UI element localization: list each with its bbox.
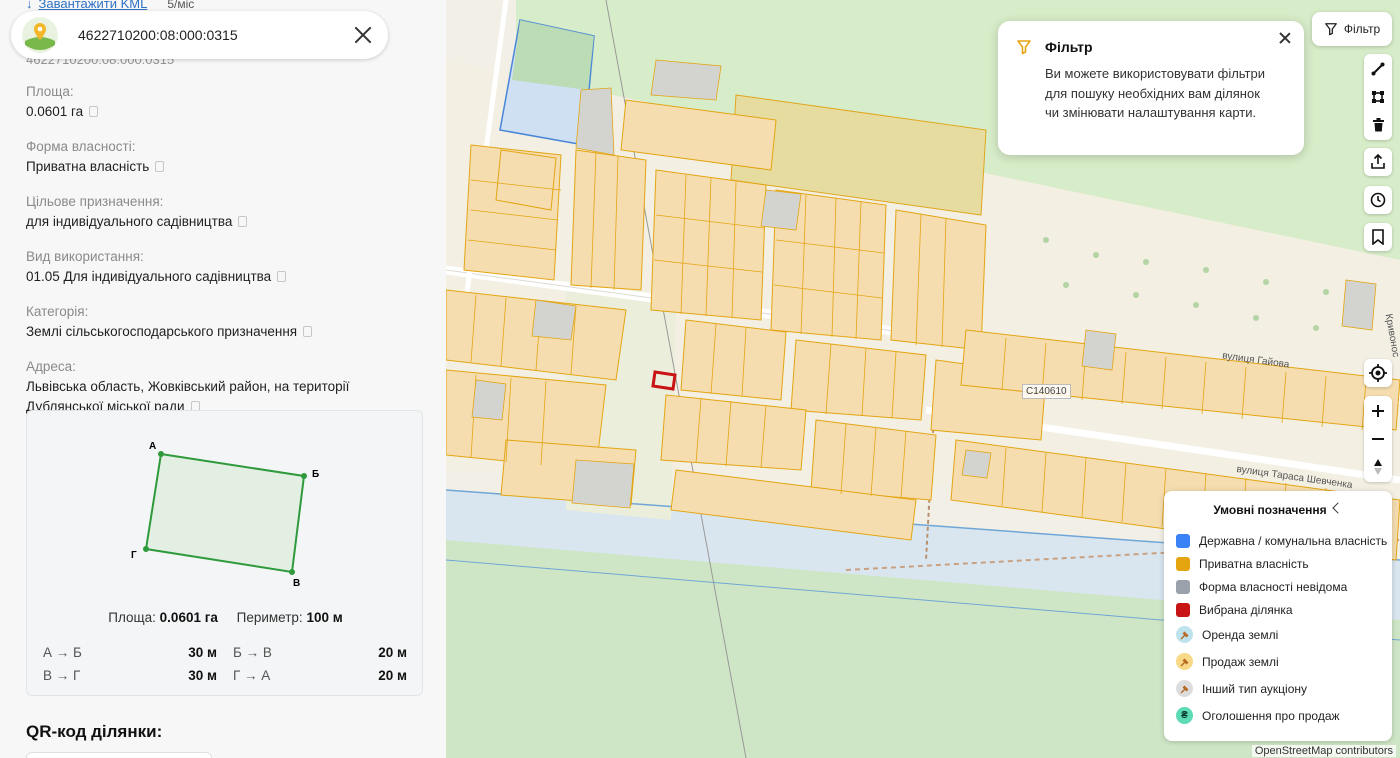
draw-polygon-button[interactable]: [1364, 83, 1392, 111]
app-logo-icon: [22, 17, 58, 53]
search-input[interactable]: 4622710200:08:000:0315: [78, 27, 352, 43]
field-category: Категорія: Землі сільськогосподарського …: [26, 302, 426, 342]
cadastral-map[interactable]: вулиця Гайова вулиця Тараса Шевченка Кри…: [446, 0, 1400, 758]
tooltip-body: Ви можете використовувати фільтри для по…: [1045, 66, 1265, 120]
parcel-fields: Площа: 0.0601 га Форма власності: Приват…: [26, 82, 426, 432]
tooltip-title: Фільтр: [1045, 39, 1093, 55]
kml-rate: 5/міс: [167, 0, 195, 11]
filter-icon: [1017, 40, 1031, 55]
locate-button[interactable]: [1364, 359, 1392, 387]
legend-item: Оренда землі: [1176, 626, 1278, 643]
map-legend: Умовні позначення Державна / комунальна …: [1164, 491, 1392, 741]
legend-title: Умовні позначення: [1213, 503, 1327, 517]
legend-item: Продаж землі: [1176, 653, 1279, 670]
side-lengths: А → Б 30 м Б → В 20 м В → Г 30 м Г → А 20 м: [43, 641, 408, 687]
legend-item: ₴ Оголошення про продаж: [1176, 707, 1340, 724]
legend-item: Вибрана ділянка: [1176, 603, 1293, 617]
legend-item: Форма власності невідома: [1176, 580, 1347, 594]
road-code-label: С140610: [1022, 384, 1071, 399]
copy-icon[interactable]: [277, 271, 287, 282]
clock-icon: [1370, 192, 1386, 208]
download-icon: ↓: [26, 0, 33, 11]
locate-icon: [1369, 364, 1387, 382]
side-row: В → Г 30 м Г → А 20 м: [43, 668, 407, 683]
copy-icon[interactable]: [89, 106, 99, 117]
minus-icon: [1372, 438, 1384, 440]
gavel-icon: [1176, 680, 1193, 697]
compass-button[interactable]: [1364, 453, 1392, 481]
filter-tooltip: Фільтр Ви можете використовувати фільтри…: [998, 21, 1304, 155]
share-icon: [1371, 154, 1385, 169]
drawing-tools: [1364, 54, 1392, 140]
compass-icon: [1374, 459, 1382, 475]
field-address: Адреса: Львівська область, Жовківський р…: [26, 359, 350, 414]
zoom-controls: [1364, 396, 1392, 482]
unknown-property-swatch: [1176, 580, 1190, 594]
vertex-v-label: В: [293, 578, 300, 589]
vertex-a-label: А: [149, 441, 156, 452]
filter-icon: [1324, 23, 1337, 36]
share-button[interactable]: [1364, 148, 1392, 176]
plus-icon: [1372, 405, 1384, 417]
close-icon[interactable]: [1278, 31, 1292, 45]
delete-drawing-button[interactable]: [1364, 111, 1392, 139]
history-button[interactable]: [1364, 186, 1392, 214]
draw-line-button[interactable]: [1364, 55, 1392, 83]
cadastral-search-bar[interactable]: 4622710200:08:000:0315: [11, 11, 388, 59]
map-attribution[interactable]: OpenStreetMap contributors: [1251, 745, 1396, 757]
bookmark-icon: [1372, 229, 1384, 245]
hryvnia-icon: ₴: [1176, 707, 1193, 724]
copy-icon[interactable]: [303, 326, 313, 337]
kml-download-link[interactable]: ↓ Завантажити KML 5/міс: [26, 0, 194, 11]
bookmark-button[interactable]: [1364, 223, 1392, 251]
legend-item: Державна / комунальна власність: [1176, 534, 1387, 548]
zoom-out-button[interactable]: [1364, 425, 1392, 453]
side-row: А → Б 30 м Б → В 20 м: [43, 645, 407, 660]
parcel-shape-diagram: А Б В Г: [131, 441, 319, 589]
legend-item: Інший тип аукціону: [1176, 680, 1307, 697]
private-property-swatch: [1176, 557, 1190, 571]
vertex-g-label: Г: [131, 550, 137, 561]
shape-summary: Площа: 0.0601 га Периметр: 100 м: [108, 610, 343, 625]
legend-item: Приватна власність: [1176, 557, 1309, 571]
selected-parcel-swatch: [1176, 603, 1190, 617]
zoom-in-button[interactable]: [1364, 397, 1392, 425]
gavel-icon: [1176, 626, 1193, 643]
field-usage: Вид використання: 01.05 Для індивідуальн…: [26, 247, 426, 287]
copy-icon[interactable]: [155, 161, 165, 172]
qr-title: QR-код ділянки:: [26, 722, 163, 741]
parcel-info-panel: ↓ Завантажити KML 5/міс 4622710200:08:00…: [0, 0, 446, 758]
filter-button[interactable]: Фільтр: [1312, 12, 1392, 46]
field-area: Площа: 0.0601 га: [26, 82, 426, 122]
parcel-shape-card: А Б В Г Площа: 0.0601 га Периметр: 100 м…: [26, 410, 423, 696]
field-ownership: Форма власності: Приватна власність: [26, 137, 426, 177]
vertex-b-label: Б: [312, 469, 319, 480]
copy-icon[interactable]: [238, 216, 248, 227]
polygon-tool-icon: [1372, 91, 1384, 103]
trash-icon: [1372, 118, 1384, 132]
close-icon[interactable]: [352, 24, 374, 46]
field-purpose: Цільове призначення: для індивідуального…: [26, 192, 426, 232]
gavel-icon: [1176, 653, 1193, 670]
state-property-swatch: [1176, 534, 1190, 548]
line-tool-icon: [1371, 62, 1385, 76]
qr-code-box: [26, 752, 212, 758]
